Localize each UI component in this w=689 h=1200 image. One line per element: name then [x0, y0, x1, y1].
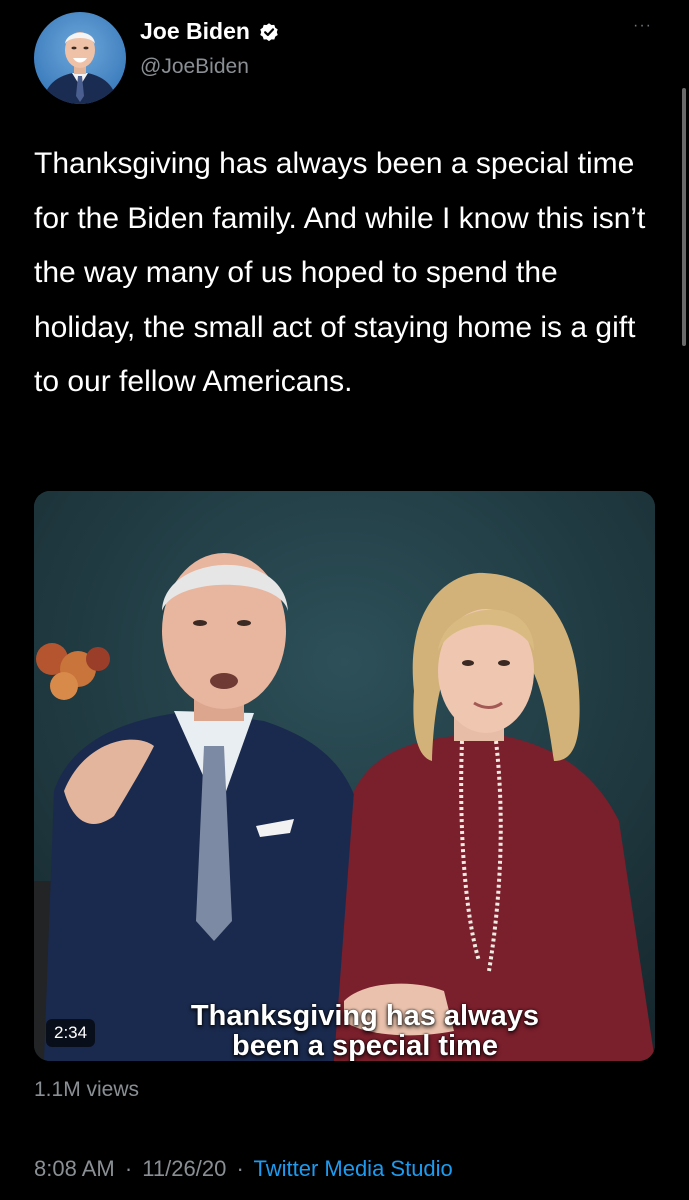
author-display-name[interactable]: Joe Biden — [140, 18, 250, 45]
author-name-row[interactable]: Joe Biden — [140, 18, 280, 45]
author-handle[interactable]: @JoeBiden — [140, 55, 249, 79]
scrollbar[interactable] — [682, 88, 686, 346]
video-thumbnail — [34, 491, 655, 1061]
video-caption-line: Thanksgiving has always — [190, 1000, 540, 1032]
more-options-icon[interactable]: ··· — [633, 18, 652, 34]
tweet: Joe Biden @JoeBiden ··· Thanksgiving has… — [0, 0, 689, 1200]
separator: · — [236, 1156, 244, 1181]
profile-photo-icon — [42, 32, 118, 104]
video-caption: Thanksgiving has always been a special t… — [130, 1001, 600, 1061]
tweet-date[interactable]: 11/26/20 — [142, 1156, 226, 1181]
separator: · — [124, 1156, 133, 1181]
video-duration-badge: 2:34 — [46, 1019, 96, 1047]
tweet-time[interactable]: 8:08 AM — [34, 1156, 115, 1181]
tweet-text: Thanksgiving has always been a special t… — [34, 147, 646, 398]
verified-badge-icon — [258, 21, 280, 43]
view-count: 1.1M views — [34, 1078, 140, 1101]
avatar[interactable] — [34, 12, 126, 104]
tweet-timestamp-row: 8:08 AM · 11/26/20 · Twitter Media Studi… — [34, 1156, 453, 1182]
source-link[interactable]: Twitter Media Studio — [253, 1156, 452, 1181]
video-caption-line: been a special time — [232, 1030, 498, 1061]
video-player[interactable]: 2:34 Thanksgiving has always been a spec… — [34, 491, 655, 1061]
